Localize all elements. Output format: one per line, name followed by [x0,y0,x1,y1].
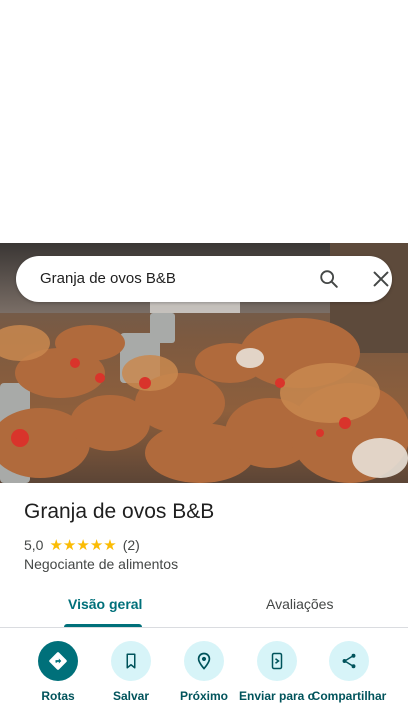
directions-icon [38,641,78,681]
search-icon[interactable] [318,268,340,290]
share-button[interactable]: Compartilhar [309,640,389,703]
nearby-button[interactable]: Próximo [164,640,244,703]
save-label: Salvar [112,689,150,703]
search-input[interactable]: Granja de ovos B&B [40,270,176,287]
review-count: (2) [122,537,140,553]
tab-selected-indicator [64,624,142,627]
nearby-label: Próximo [179,689,228,703]
send-to-phone-label: Enviar para o [238,689,316,703]
star-icon: ★ [49,536,63,554]
action-bar: Rotas Salvar Próximo Enviar para o Compa… [0,640,408,726]
rating-value: 5,0 [24,537,44,553]
send-to-phone-icon [257,641,297,681]
tab-bar: Visão geral Avaliações [0,588,408,628]
share-label: Compartilhar [311,689,387,703]
share-icon [329,641,369,681]
nearby-icon [184,641,224,681]
bookmark-icon [111,641,151,681]
close-icon[interactable] [370,268,392,290]
star-icon: ★ [76,536,90,554]
save-button[interactable]: Salvar [91,640,171,703]
send-to-phone-button[interactable]: Enviar para o [237,640,317,703]
tab-reviews[interactable]: Avaliações [266,596,333,612]
place-category: Negociante de alimentos [24,556,179,572]
directions-label: Rotas [41,689,75,703]
star-icon: ★ [103,536,117,554]
map-blank-area [0,0,408,243]
star-rating: ★ ★ ★ ★ ★ [49,538,116,553]
rating-row[interactable]: 5,0 ★ ★ ★ ★ ★ (2) [24,536,140,554]
place-title: Granja de ovos B&B [24,500,215,523]
directions-button[interactable]: Rotas [18,640,98,703]
star-icon: ★ [62,536,77,554]
tab-overview[interactable]: Visão geral [68,596,142,612]
search-bar[interactable]: Granja de ovos B&B [16,256,392,302]
star-icon: ★ [89,536,104,554]
